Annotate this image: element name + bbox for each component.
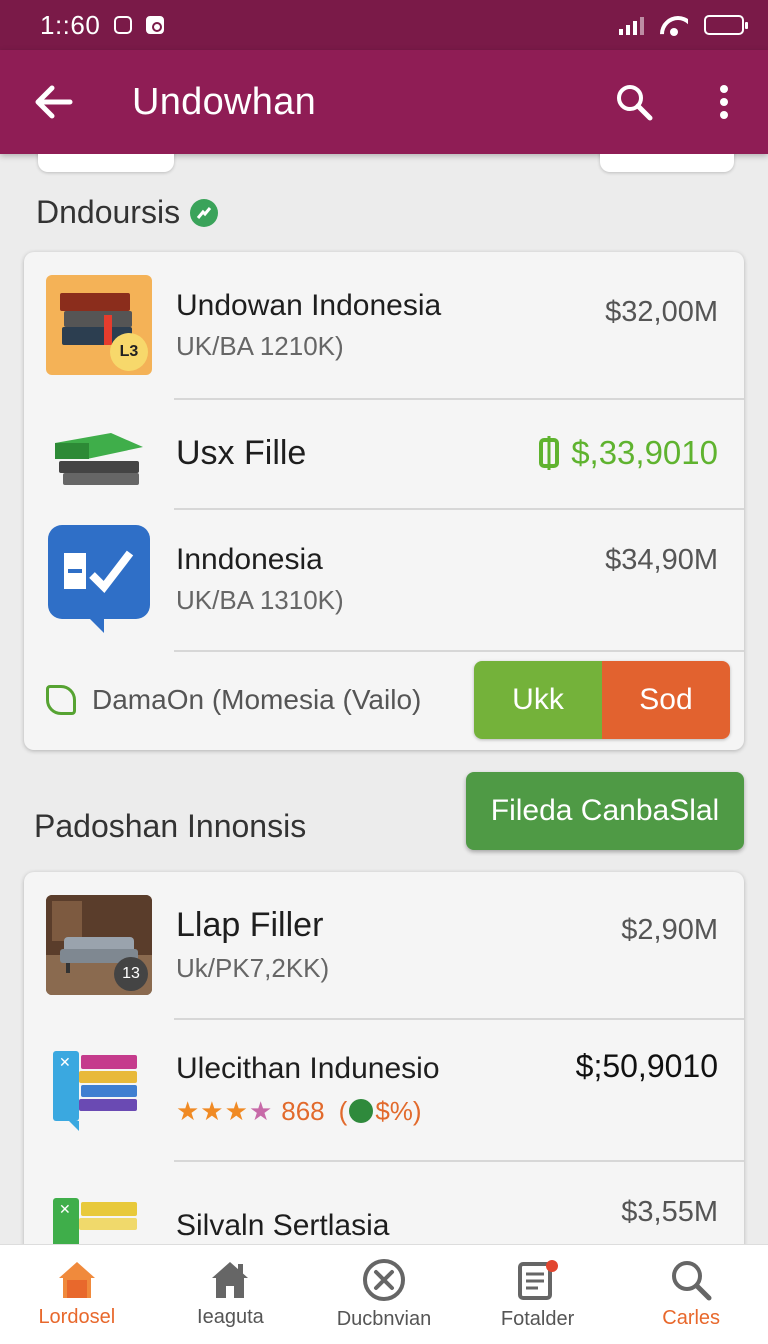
action-button-group: Ukk Sod <box>474 661 730 739</box>
battery-icon <box>704 15 748 35</box>
content-scroll[interactable]: Dndoursis L3 Undowan Indonesia UK/BA 121… <box>0 154 768 1244</box>
item-price: $,33,9010 <box>539 434 718 472</box>
bottom-navigation: Lordosel Ieaguta Ducbnvian Fotalder Carl… <box>0 1244 768 1344</box>
back-button[interactable] <box>32 80 76 124</box>
section-title: Dndoursis <box>36 194 181 230</box>
item-subtitle: Uk/PK7,2KK) <box>176 953 330 983</box>
house-icon <box>212 1262 249 1298</box>
search-icon <box>672 1261 712 1301</box>
list-item[interactable]: Inndonesia UK/BA 1310K) $34,90M <box>24 508 744 650</box>
green-book-thumbnail <box>46 403 152 503</box>
item-subtitle: UK/BA 1310K) <box>176 584 344 615</box>
thumb-badge: 13 <box>114 957 148 991</box>
sod-button[interactable]: Sod <box>602 661 730 739</box>
thumb-badge: L3 <box>110 333 148 371</box>
rating-extra: $%) <box>375 1095 422 1126</box>
emoji-icon <box>349 1099 374 1123</box>
filter-chip[interactable] <box>38 154 174 172</box>
list-card: L3 Undowan Indonesia UK/BA 1210K) $32,00… <box>24 252 744 750</box>
app-bar: Undowhan <box>0 50 768 154</box>
home-icon <box>58 1262 95 1298</box>
close-circle-icon <box>362 1259 405 1301</box>
nav-item-fotalder[interactable]: Fotalder <box>461 1245 615 1344</box>
status-icons <box>619 14 748 36</box>
item-price: $32,00M <box>605 296 718 328</box>
item-title: Silvaln Sertlasia <box>176 1209 390 1242</box>
item-price: $;50,9010 <box>575 1048 718 1084</box>
item-title: Llap Filler <box>176 906 324 944</box>
arrow-left-icon <box>35 85 73 119</box>
app-logo-thumbnail <box>46 525 152 633</box>
wifi-icon <box>660 14 688 36</box>
page-title: Undowhan <box>132 80 317 123</box>
status-bar: 1::60 <box>0 0 768 50</box>
item-price: $34,90M <box>605 544 718 576</box>
sofa-room-thumbnail: 13 <box>46 895 152 995</box>
item-title: Usx Fille <box>176 433 307 472</box>
nav-item-lordosel[interactable]: Lordosel <box>0 1245 154 1344</box>
section-header: Padoshan Innonsis <box>34 808 306 845</box>
rating-row: ★★★★ 868 ($%) <box>176 1096 576 1127</box>
signal-icon <box>619 15 644 35</box>
rating-count: 868 <box>281 1095 325 1126</box>
item-title: Ulecithan Indunesio <box>176 1051 440 1085</box>
list-item[interactable]: Usx Fille $,33,9010 <box>24 398 744 508</box>
primary-cta-button[interactable]: Fileda CanbaSlal <box>466 772 744 850</box>
nav-label: Fotalder <box>500 1308 575 1330</box>
nav-item-carles[interactable]: Carles <box>614 1245 768 1344</box>
filter-chip[interactable] <box>600 154 734 172</box>
search-button[interactable] <box>614 80 654 124</box>
footer-text: DamaOn (Momesia (Vailo) <box>92 684 422 715</box>
item-price-value: $,33,9010 <box>571 434 718 471</box>
nav-label: Ducbnvian <box>336 1308 432 1330</box>
section-header: Dndoursis <box>36 194 219 231</box>
book-stack-thumbnail: L3 <box>46 275 152 375</box>
yellow-books-thumbnail: ✕ <box>46 1176 152 1244</box>
svg-text:✕: ✕ <box>59 1202 71 1218</box>
colorful-books-thumbnail: ✕ <box>46 1039 152 1139</box>
status-time: 1::60 <box>40 9 101 40</box>
nav-item-ieaguta[interactable]: Ieaguta <box>154 1245 308 1344</box>
item-title: Undowan Indonesia <box>176 288 442 322</box>
nav-item-ducbnvian[interactable]: Ducbnvian <box>307 1245 461 1344</box>
search-icon <box>617 85 653 121</box>
leaf-icon <box>46 685 76 715</box>
card-footer: DamaOn (Momesia (Vailo) Ukk Sod <box>24 650 744 750</box>
app-notification-icon <box>146 16 165 34</box>
item-subtitle: UK/BA 1210K) <box>176 330 344 361</box>
nav-label: Lordosel <box>38 1306 116 1328</box>
list-item[interactable]: ✕ Ulecithan Indunesio ★★★★ 868 ($%) $;50… <box>24 1018 744 1160</box>
list-card: 13 Llap Filler Uk/PK7,2KK) $2,90M ✕ Ulec… <box>24 872 744 1244</box>
svg-text:✕: ✕ <box>59 1055 71 1071</box>
list-item[interactable]: 13 Llap Filler Uk/PK7,2KK) $2,90M <box>24 872 744 1018</box>
item-price: $2,90M <box>621 914 718 946</box>
list-item[interactable]: L3 Undowan Indonesia UK/BA 1210K) $32,00… <box>24 252 744 398</box>
star-rating-icon: ★★★★ <box>176 1095 274 1126</box>
tag-icon <box>539 436 560 470</box>
item-title: Inndonesia <box>176 542 323 576</box>
nav-label: Carles <box>662 1307 721 1329</box>
item-price: $3,55M <box>621 1196 718 1228</box>
overflow-menu-button[interactable] <box>704 80 744 124</box>
trending-icon <box>190 198 219 227</box>
ukk-button[interactable]: Ukk <box>474 661 602 739</box>
nav-label: Ieaguta <box>197 1306 264 1328</box>
rating-pill: ($%) <box>338 1095 422 1126</box>
section-title: Padoshan Innonsis <box>34 808 307 844</box>
more-vertical-icon <box>720 85 728 119</box>
notes-icon <box>517 1260 558 1300</box>
list-item[interactable]: ✕ Silvaln Sertlasia $3,55M <box>24 1160 744 1244</box>
notification-icon <box>114 16 133 34</box>
